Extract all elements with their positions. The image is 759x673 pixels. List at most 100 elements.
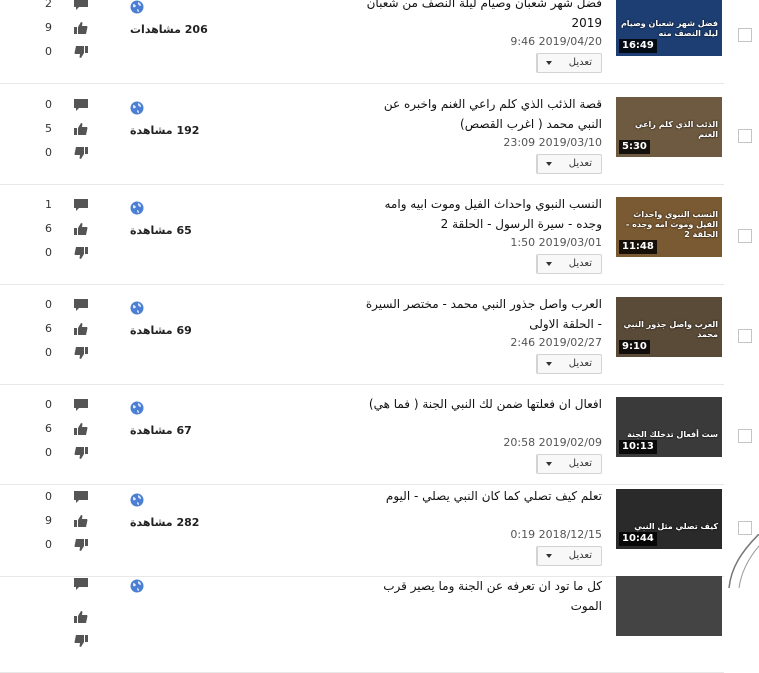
dislike-count: 0 — [45, 446, 52, 459]
public-globe-icon — [130, 0, 144, 14]
edit-button-group: تعديل — [535, 53, 602, 73]
row-checkbox[interactable] — [738, 229, 752, 243]
video-row: الذئب الذي كلم راعي الغنم 5:30 قصة الذئب… — [0, 84, 752, 185]
video-thumbnail[interactable]: النسب النبوي واحداث الفيل وموت امه وجده … — [616, 197, 722, 257]
edit-button[interactable]: تعديل — [560, 54, 601, 72]
comment-icon[interactable] — [73, 97, 89, 111]
like-icon[interactable] — [73, 221, 89, 235]
video-duration: 10:44 — [619, 532, 657, 546]
public-globe-icon — [130, 300, 144, 315]
edit-button[interactable]: تعديل — [560, 547, 601, 565]
public-globe-icon — [130, 578, 144, 593]
view-count: 69 مشاهدة — [130, 324, 192, 337]
video-thumbnail[interactable]: الذئب الذي كلم راعي الغنم 5:30 — [616, 97, 722, 157]
row-checkbox[interactable] — [738, 28, 752, 42]
edit-dropdown-caret[interactable] — [536, 455, 560, 473]
row-checkbox[interactable] — [738, 521, 752, 535]
video-duration: 9:10 — [619, 340, 650, 354]
video-thumbnail[interactable]: العرب واصل جذور النبي محمد 9:10 — [616, 297, 722, 357]
thumbnail-caption: كيف تصلي مثل النبي — [634, 522, 718, 531]
public-globe-icon — [130, 492, 144, 507]
video-thumbnail[interactable] — [616, 576, 722, 636]
dislike-icon[interactable] — [73, 537, 89, 551]
comment-icon[interactable] — [73, 297, 89, 311]
video-title[interactable]: فضل شهر شعبان وصيام ليلة النصف من شعبان … — [362, 0, 602, 33]
video-date: 9:46 2019/04/20 — [510, 35, 602, 48]
row-checkbox[interactable] — [738, 129, 752, 143]
video-title[interactable]: العرب واصل جذور النبي محمد - مختصر السير… — [362, 294, 602, 334]
video-row: العرب واصل جذور النبي محمد 9:10 العرب وا… — [0, 284, 752, 385]
dislike-count: 0 — [45, 346, 52, 359]
edit-button[interactable]: تعديل — [560, 155, 601, 173]
edit-dropdown-caret[interactable] — [536, 54, 560, 72]
comment-icon[interactable] — [73, 397, 89, 411]
dislike-count: 0 — [45, 45, 52, 58]
edit-button[interactable]: تعديل — [560, 455, 601, 473]
comment-count: 0 — [45, 98, 52, 111]
corner-decoration — [727, 533, 759, 589]
edit-dropdown-caret[interactable] — [536, 155, 560, 173]
comment-icon[interactable] — [73, 197, 89, 211]
like-count: 9 — [45, 21, 52, 34]
like-icon[interactable] — [73, 421, 89, 435]
edit-button-group: تعديل — [535, 254, 602, 274]
row-checkbox[interactable] — [738, 329, 752, 343]
comment-count: 1 — [45, 198, 52, 211]
dislike-icon[interactable] — [73, 245, 89, 259]
thumbnail-caption: ست أفعال تدخلك الجنة — [627, 430, 718, 439]
dislike-icon[interactable] — [73, 633, 89, 647]
like-icon[interactable] — [73, 513, 89, 527]
video-title[interactable]: كل ما تود ان تعرفه عن الجنة وما يصير قرب… — [362, 576, 602, 616]
edit-dropdown-caret[interactable] — [536, 355, 560, 373]
video-row: كل ما تود ان تعرفه عن الجنة وما يصير قرب… — [0, 572, 724, 673]
thumbnail-caption: العرب واصل جذور النبي محمد — [623, 320, 718, 339]
video-thumbnail[interactable]: كيف تصلي مثل النبي 10:44 — [616, 489, 722, 549]
video-row: فضل شهر شعبان وصيام ليلة النصف منه 16:49… — [0, 0, 752, 84]
video-duration: 10:13 — [619, 440, 657, 454]
like-count: 9 — [45, 514, 52, 527]
like-icon[interactable] — [73, 121, 89, 135]
video-title[interactable]: النسب النبوي واحداث الفيل وموت ابيه وامه… — [362, 194, 603, 234]
row-checkbox[interactable] — [738, 429, 752, 443]
video-title[interactable]: قصة الذئب الذي كلم راعي الغنم واخبره عن … — [362, 94, 602, 134]
dislike-count: 0 — [45, 246, 52, 259]
view-count: 206 مشاهدات — [130, 23, 208, 36]
like-count: 6 — [45, 322, 52, 335]
dislike-icon[interactable] — [73, 445, 89, 459]
video-title[interactable]: تعلم كيف تصلي كما كان النبي يصلي - اليوم — [362, 486, 602, 506]
thumbnail-caption: فضل شهر شعبان وصيام ليلة النصف منه — [620, 19, 718, 38]
edit-dropdown-caret[interactable] — [536, 547, 560, 565]
comment-count: 0 — [45, 490, 52, 503]
edit-button-group: تعديل — [535, 354, 602, 374]
dislike-icon[interactable] — [73, 145, 89, 159]
view-count: 67 مشاهدة — [130, 424, 192, 437]
video-thumbnail[interactable]: ست أفعال تدخلك الجنة 10:13 — [616, 397, 722, 457]
dislike-count: 0 — [45, 146, 52, 159]
comment-icon[interactable] — [73, 489, 89, 503]
edit-dropdown-caret[interactable] — [536, 255, 560, 273]
thumbnail-caption: النسب النبوي واحداث الفيل وموت امه وجده … — [626, 210, 718, 239]
dislike-count: 0 — [45, 538, 52, 551]
video-thumbnail[interactable]: فضل شهر شعبان وصيام ليلة النصف منه 16:49 — [616, 0, 722, 56]
public-globe-icon — [130, 200, 144, 215]
video-row: النسب النبوي واحداث الفيل وموت امه وجده … — [0, 184, 752, 285]
video-date: 2:46 2019/02/27 — [510, 336, 602, 349]
like-icon[interactable] — [73, 609, 89, 623]
video-duration: 11:48 — [619, 240, 657, 254]
like-count: 6 — [45, 222, 52, 235]
video-title[interactable]: افعال ان فعلتها ضمن لك النبي الجنة ( فما… — [362, 394, 602, 414]
edit-button-group: تعديل — [535, 454, 602, 474]
view-count: 282 مشاهدة — [130, 516, 200, 529]
edit-button[interactable]: تعديل — [560, 355, 601, 373]
edit-button[interactable]: تعديل — [560, 255, 601, 273]
like-icon[interactable] — [73, 20, 89, 34]
video-date: 1:50 2019/03/01 — [510, 236, 602, 249]
view-count: 65 مشاهدة — [130, 224, 192, 237]
comment-icon[interactable] — [73, 0, 89, 10]
dislike-icon[interactable] — [73, 44, 89, 58]
dislike-icon[interactable] — [73, 345, 89, 359]
edit-button-group: تعديل — [535, 154, 602, 174]
public-globe-icon — [130, 400, 144, 415]
comment-count: 2 — [45, 0, 52, 10]
like-icon[interactable] — [73, 321, 89, 335]
